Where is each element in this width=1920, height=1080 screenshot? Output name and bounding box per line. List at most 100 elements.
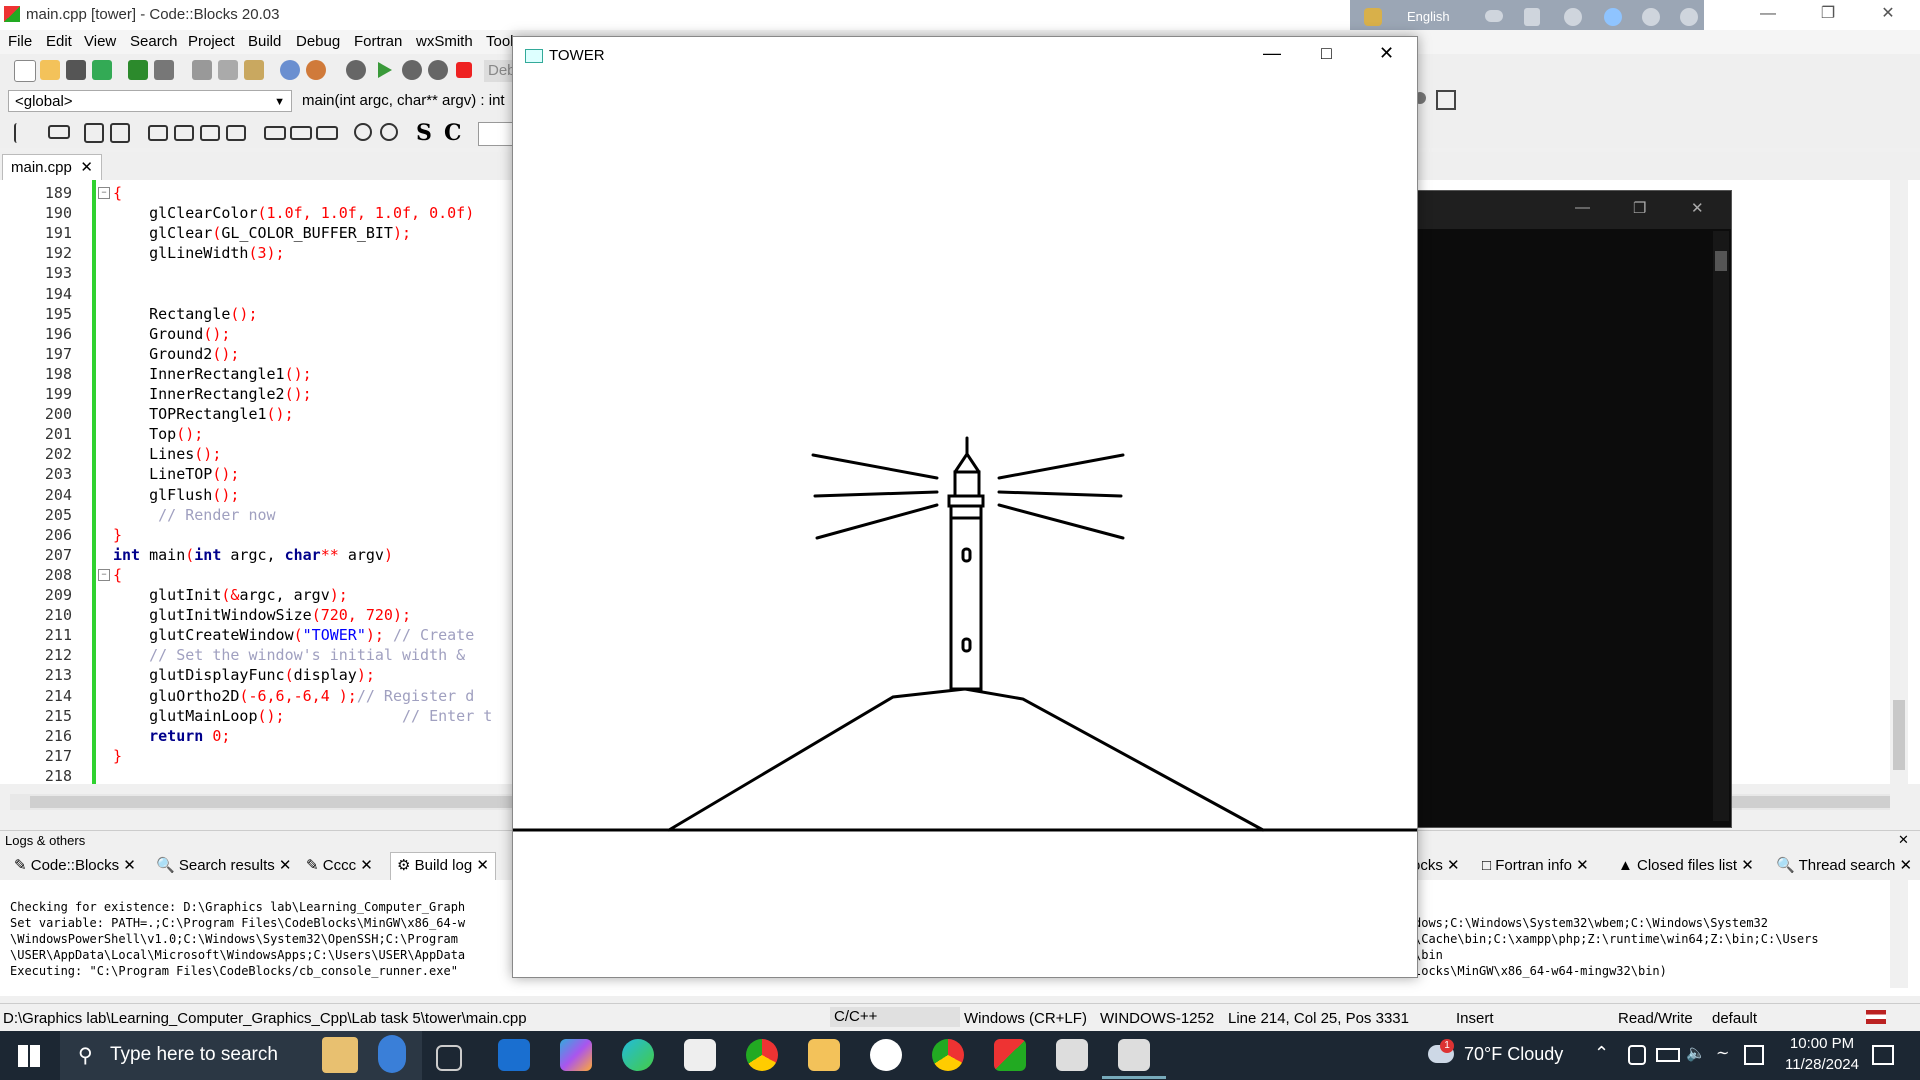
code-line[interactable]: Rectangle(); — [113, 305, 257, 323]
undo-icon[interactable] — [128, 60, 148, 80]
menu-search[interactable]: Search — [130, 33, 178, 50]
code-line[interactable]: glutInit(&argc, argv); — [113, 586, 348, 604]
window-app-icon[interactable] — [1056, 1039, 1088, 1071]
chrome-icon[interactable] — [746, 1039, 778, 1071]
weather-text[interactable]: 70°F Cloudy — [1464, 1044, 1563, 1065]
rebuild-icon[interactable] — [428, 60, 448, 80]
pointer-icon[interactable] — [14, 123, 32, 143]
copilot-icon[interactable] — [560, 1039, 592, 1071]
code-line[interactable]: glutInitWindowSize(720, 720); — [113, 606, 411, 624]
maximize-button[interactable]: ❐ — [1800, 0, 1856, 30]
store-icon[interactable] — [684, 1039, 716, 1071]
tower-minimize-button[interactable]: — — [1263, 43, 1281, 64]
scroll-thumb[interactable] — [1893, 700, 1905, 770]
notification-center-icon[interactable] — [1872, 1045, 1894, 1065]
code-line[interactable]: } — [113, 747, 122, 765]
box-sizer-icon[interactable] — [84, 123, 104, 143]
new-file-icon[interactable] — [14, 60, 36, 82]
combo-widget-icon[interactable] — [226, 125, 246, 141]
code-line[interactable]: // Render now — [113, 506, 275, 524]
list-widget-icon[interactable] — [200, 125, 220, 141]
function-combo[interactable]: main(int argc, char** argv) : int — [296, 90, 516, 112]
code-line[interactable]: TOPRectangle1(); — [113, 405, 294, 423]
code-line[interactable]: return 0; — [113, 727, 230, 745]
close-tab-icon[interactable]: ✕ — [1899, 857, 1912, 874]
code-line[interactable]: glClearColor(1.0f, 1.0f, 1.0f, 0.0f) — [113, 204, 474, 222]
build-gear-icon[interactable] — [346, 60, 366, 80]
tower-close-button[interactable]: ✕ — [1379, 43, 1394, 64]
scroll-icon[interactable] — [316, 126, 338, 140]
log-scrollbar[interactable] — [1890, 880, 1908, 988]
chrome-profile-icon[interactable] — [932, 1039, 964, 1071]
network-icon[interactable] — [1744, 1045, 1764, 1065]
code-line[interactable]: InnerRectangle1(); — [113, 365, 312, 383]
code-line[interactable]: Top(); — [113, 425, 203, 443]
battery-icon[interactable] — [1656, 1048, 1680, 1062]
close-button[interactable]: ✕ — [1860, 0, 1916, 30]
cut-icon[interactable] — [192, 60, 212, 80]
code-line[interactable]: glutMainLoop(); // Enter t — [113, 707, 492, 725]
close-tab-icon[interactable]: ✕ — [1576, 857, 1589, 874]
tab-search-results[interactable]: 🔍 Search results ✕ — [156, 856, 291, 874]
tab-thread-search[interactable]: 🔍 Thread search ✕ — [1776, 856, 1912, 874]
scope-combo[interactable]: <global> ▼ — [8, 90, 292, 112]
button-widget-icon[interactable] — [148, 125, 168, 141]
tower-window[interactable]: TOWER — □ ✕ — [512, 36, 1418, 978]
paste-icon[interactable] — [244, 60, 264, 80]
meet-icon[interactable] — [1628, 1045, 1646, 1065]
grid-sizer-icon[interactable] — [110, 123, 130, 143]
abort-icon[interactable] — [456, 62, 472, 78]
ime-icon[interactable] — [1364, 8, 1382, 26]
tower-app-icon[interactable] — [1118, 1039, 1150, 1071]
s-style-icon[interactable]: S — [416, 120, 432, 146]
find-icon[interactable] — [280, 60, 300, 80]
tab-cccc[interactable]: ✎ Cccc ✕ — [306, 856, 373, 874]
code-line[interactable]: LineTOP(); — [113, 465, 239, 483]
code-line[interactable]: glFlush(); — [113, 486, 239, 504]
chevron-up-icon[interactable]: ⌃ — [1594, 1043, 1609, 1064]
c-style-icon[interactable]: C — [444, 120, 462, 146]
close-tab-icon[interactable]: ✕ — [123, 857, 136, 874]
gear-icon[interactable] — [1564, 8, 1582, 26]
close-tab-icon[interactable]: ✕ — [1741, 857, 1754, 874]
fold-toggle-icon[interactable]: − — [98, 187, 110, 199]
wx-input[interactable] — [478, 122, 514, 146]
menu-fortran[interactable]: Fortran — [354, 33, 402, 50]
windows-start-icon[interactable] — [18, 1045, 40, 1067]
taskbar-search[interactable]: ⚲ Type here to search — [60, 1031, 422, 1080]
console-scroll-thumb[interactable] — [1715, 251, 1727, 271]
text-widget-icon[interactable] — [174, 125, 194, 141]
code-line[interactable]: Ground2(); — [113, 345, 239, 363]
console-close-button[interactable]: ✕ — [1691, 199, 1704, 217]
tab-closed-files[interactable]: ▲ Closed files list ✕ — [1618, 856, 1754, 874]
console-maximize-button[interactable]: ❐ — [1633, 199, 1646, 217]
edge-icon[interactable] — [622, 1039, 654, 1071]
zoom-out-icon[interactable] — [380, 123, 398, 141]
code-line[interactable]: int main(int argc, char** argv) — [113, 546, 393, 564]
copy-icon[interactable] — [218, 60, 238, 80]
menu-file[interactable]: File — [8, 33, 32, 50]
tool-icon[interactable] — [1524, 8, 1540, 26]
close-tab-icon[interactable]: ✕ — [279, 857, 292, 874]
menu-project[interactable]: Project — [188, 33, 235, 50]
minimize-button[interactable]: — — [1740, 0, 1796, 30]
codeblocks-taskbar-icon[interactable] — [994, 1039, 1026, 1071]
clock-date[interactable]: 11/28/2024 — [1774, 1056, 1870, 1073]
replace-icon[interactable] — [306, 60, 326, 80]
volume-icon[interactable]: 🔈 — [1686, 1043, 1706, 1063]
save-all-icon[interactable] — [92, 60, 112, 80]
close-tab-icon[interactable]: ✕ — [476, 857, 489, 874]
help-icon[interactable] — [1642, 8, 1660, 26]
logs-close-icon[interactable]: ✕ — [1898, 832, 1909, 848]
tab-codeblocks[interactable]: ✎ Code::Blocks ✕ — [14, 856, 136, 874]
code-line[interactable]: glutDisplayFunc(display); — [113, 666, 375, 684]
ie-icon[interactable] — [1604, 8, 1622, 26]
tab-main-cpp[interactable]: main.cpp ✕ — [2, 154, 102, 180]
wifi-icon[interactable]: ∼ — [1716, 1043, 1729, 1063]
code-line[interactable]: glLineWidth(3); — [113, 244, 284, 262]
run-icon[interactable] — [378, 62, 392, 78]
step-out-icon[interactable] — [1436, 90, 1456, 110]
menu-debug[interactable]: Debug — [296, 33, 340, 50]
language-label[interactable]: English — [1407, 9, 1450, 24]
open-icon[interactable] — [40, 60, 60, 80]
